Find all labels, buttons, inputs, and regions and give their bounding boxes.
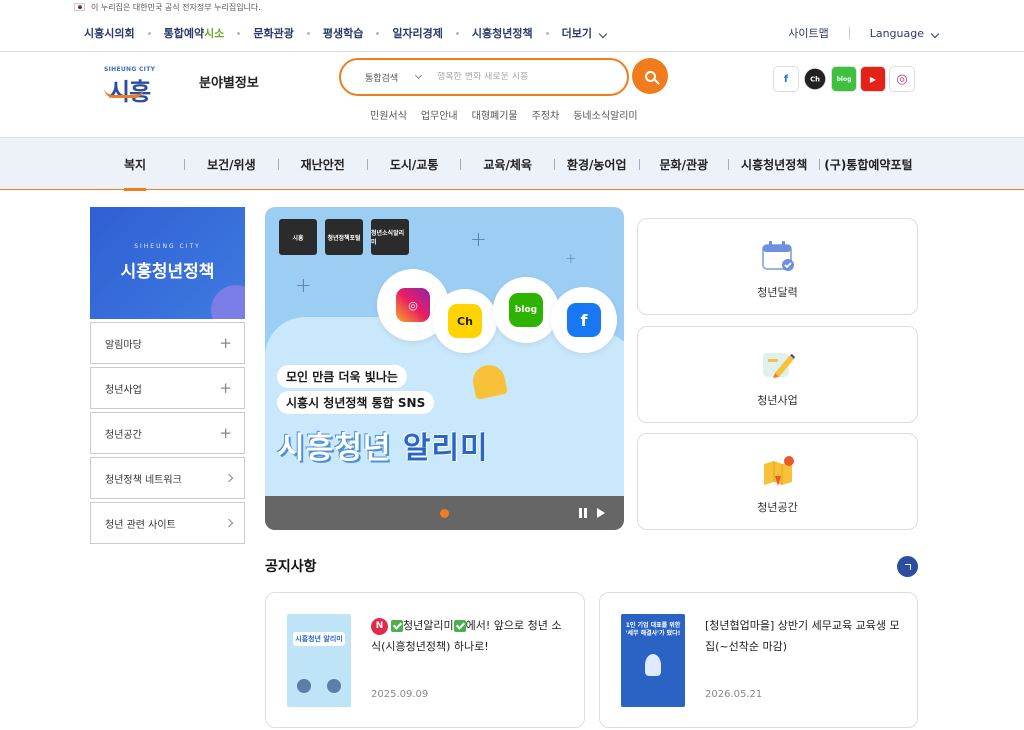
gov-banner-text: 이 누리집은 대한민국 공식 전자정부 누리집입니다. <box>91 2 261 12</box>
kakao-channel-icon: Ch <box>448 304 482 338</box>
folder-icon: 청년정책포털 <box>325 219 363 255</box>
gov-banner: 이 누리집은 대한민국 공식 전자정부 누리집입니다. <box>0 0 1024 14</box>
quick-card-youth-business[interactable]: 청년사업 <box>637 326 918 423</box>
nav-item-safety[interactable]: 재난안전 <box>301 138 345 190</box>
slide-slogan: 모인 만큼 더욱 빛나는 <box>277 365 407 388</box>
search-icon <box>644 70 656 82</box>
folder-icon: 시흥 <box>279 219 317 255</box>
topnav-link-learning[interactable]: 평생학습 <box>323 25 363 41</box>
chevron-down-icon <box>930 29 940 38</box>
topnav-link-culture[interactable]: 문화관광 <box>253 25 293 41</box>
topnav-more-button[interactable]: 더보기 <box>562 25 608 41</box>
language-select[interactable]: Language <box>870 27 940 40</box>
check-icon <box>391 620 403 632</box>
search-input[interactable] <box>437 72 607 82</box>
plus-icon: + <box>219 379 232 397</box>
nav-item-education[interactable]: 교육/체육 <box>483 138 532 190</box>
play-icon[interactable] <box>597 508 605 518</box>
sitemap-link[interactable]: 사이트맵 <box>788 25 828 41</box>
category-title: 분야별정보 <box>199 76 259 91</box>
quick-links: 민원서식 업무안내 대형폐기물 주정차 동네소식알리미 <box>370 107 652 122</box>
pencil-note-icon <box>763 353 795 378</box>
notice-text: N 청년알리미 에서! 앞으로 청년 소식(시흥청년정책) 하나로! <box>371 617 562 653</box>
slide-slogan: 시흥시 청년정책 통합 SNS <box>277 391 435 414</box>
chevron-down-icon <box>415 71 423 79</box>
facebook-icon[interactable]: f <box>773 66 799 92</box>
top-utility-nav: 시흥시의회 통합예약시소 문화관광 평생학습 일자리경제 시흥청년정책 더보기 … <box>0 14 1024 52</box>
quick-link[interactable]: 주정차 <box>532 107 560 122</box>
folder-icon: 청년소식알리미 <box>371 219 409 255</box>
plus-icon: + <box>219 424 232 442</box>
notice-date: 2025.09.09 <box>371 689 429 700</box>
notice-card[interactable]: 시흥청년 알리미 N 청년알리미 에서! 앞으로 청년 소식(시흥청년정책) 하나로… <box>265 592 585 728</box>
nav-item-health[interactable]: 보건/위생 <box>207 138 256 190</box>
topnav-link-jobs[interactable]: 일자리경제 <box>392 25 443 41</box>
notice-text: [청년협업마을] 상반기 세무교육 교육생 모집(~선착순 마감) <box>705 619 900 653</box>
main-nav: 복지 보건/위생 재난안전 도시/교통 교육/체육 환경/농어업 문화/관광 시… <box>0 138 1024 191</box>
blog-icon: blog <box>509 293 543 327</box>
notice-card[interactable]: 1인 기업 대표를 위한 '세무 해결사'가 떴다! [청년협업마을] 상반기 … <box>599 592 918 728</box>
siheung-logo[interactable]: SIHEUNG CITY 시흥 <box>100 64 174 106</box>
sparkle-icon: + <box>295 273 312 297</box>
facebook-icon: f <box>567 303 601 337</box>
instagram-icon[interactable]: ◎ <box>889 66 915 92</box>
quick-link[interactable]: 대형폐기물 <box>472 107 518 122</box>
search-bar: 통합검색 <box>339 58 629 96</box>
instagram-icon: ◎ <box>396 288 430 322</box>
topnav-link-council[interactable]: 시흥시의회 <box>84 25 135 41</box>
sidebar-item-youth-business[interactable]: 청년사업 + <box>90 367 245 409</box>
sidebar-item-notice[interactable]: 알림마당 + <box>90 322 245 364</box>
site-header: SIHEUNG CITY 시흥 분야별정보 통합검색 민원서식 업무안내 대형폐… <box>0 52 1024 138</box>
check-icon <box>453 620 466 632</box>
nav-item-youth[interactable]: 시흥청년정책 <box>741 138 807 190</box>
slide-headline: 시흥청년 알리미 <box>277 431 489 466</box>
sidebar-item-related-sites[interactable]: 청년 관련 사이트 <box>90 502 245 544</box>
quick-link[interactable]: 업무안내 <box>421 107 458 122</box>
kakao-channel-icon[interactable]: Ch <box>803 67 827 91</box>
youtube-icon[interactable]: ▶ <box>860 66 886 92</box>
plus-icon: + <box>219 334 232 352</box>
slide-indicator[interactable] <box>440 509 449 518</box>
search-button[interactable] <box>632 58 668 94</box>
nav-item-urban[interactable]: 도시/교통 <box>390 138 439 190</box>
sparkle-icon: + <box>565 251 577 267</box>
quick-link[interactable]: 동네소식알리미 <box>573 107 637 122</box>
notice-thumbnail: 시흥청년 알리미 <box>287 614 351 707</box>
arrow-up-right-icon <box>904 563 911 570</box>
notice-date: 2026.05.21 <box>705 689 763 700</box>
nav-item-old-reservation[interactable]: (구)통합예약포털 <box>824 138 912 190</box>
sidebar-item-youth-space[interactable]: 청년공간 + <box>90 412 245 454</box>
pause-icon[interactable] <box>579 508 587 518</box>
quick-card-youth-space[interactable]: 청년공간 <box>637 433 918 530</box>
topnav-link-youth[interactable]: 시흥청년정책 <box>472 25 533 41</box>
nav-item-welfare[interactable]: 복지 <box>124 138 147 191</box>
sidebar-banner: SIHEUNG CITY 시흥청년정책 <box>90 207 245 319</box>
nav-item-environment[interactable]: 환경/농어업 <box>567 138 627 190</box>
sparkle-icon: + <box>470 227 487 251</box>
korea-flag-icon <box>74 3 85 11</box>
social-links: f Ch blog ▶ ◎ <box>773 66 918 92</box>
search-scope-select[interactable]: 통합검색 <box>341 71 437 84</box>
calendar-icon <box>762 241 794 271</box>
new-badge: N <box>371 617 388 635</box>
blog-icon[interactable]: blog <box>831 66 857 92</box>
sidebar-item-network[interactable]: 청년정책 네트워크 <box>90 457 245 499</box>
quick-card-calendar[interactable]: 청년달력 <box>637 218 918 315</box>
chevron-right-icon <box>224 473 234 483</box>
notice-thumbnail: 1인 기업 대표를 위한 '세무 해결사'가 떴다! <box>621 614 685 707</box>
map-pin-icon <box>764 456 794 486</box>
quick-link[interactable]: 민원서식 <box>370 107 407 122</box>
slider-controls <box>265 496 624 530</box>
notice-more-button[interactable] <box>897 556 918 577</box>
main-slider[interactable]: 시흥 청년정책포털 청년소식알리미 + + + ◎ Ch blog f 모인 만… <box>265 207 624 530</box>
chevron-down-icon <box>598 29 608 39</box>
notice-title: 공지사항 <box>265 559 317 575</box>
left-sidebar: SIHEUNG CITY 시흥청년정책 알림마당 + 청년사업 + 청년공간 + 청년… <box>90 207 245 544</box>
chevron-right-icon <box>224 518 234 528</box>
topnav-link-reservation[interactable]: 통합예약시소 <box>164 25 225 41</box>
nav-item-culture[interactable]: 문화/관광 <box>660 138 709 190</box>
